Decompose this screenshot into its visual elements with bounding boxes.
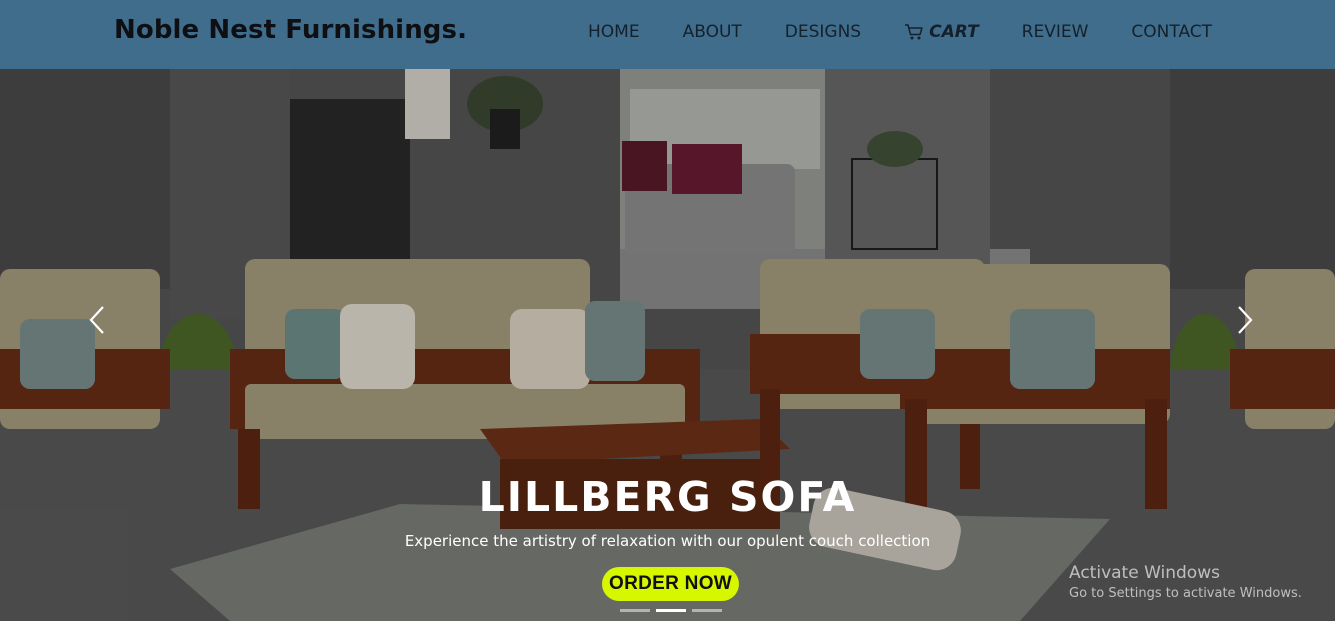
nav-cart-link[interactable]: CART	[904, 22, 979, 42]
nav-contact-link[interactable]: CONTACT	[1131, 22, 1212, 42]
hero-title: LILLBERG SOFA	[478, 473, 857, 521]
carousel-indicator-1[interactable]	[620, 609, 650, 612]
nav-home-link[interactable]: HOME	[588, 22, 640, 42]
hero-carousel: LILLBERG SOFA Experience the artistry of…	[0, 69, 1335, 621]
hero-subtitle: Experience the artistry of relaxation wi…	[404, 532, 931, 550]
nav-review-link[interactable]: REVIEW	[1022, 22, 1089, 42]
nav-about-link[interactable]: ABOUT	[683, 22, 742, 42]
brand-logo-text[interactable]: Noble Nest Furnishings.	[114, 15, 467, 45]
watermark-subtitle: Go to Settings to activate Windows.	[1069, 586, 1302, 601]
carousel-caption: LILLBERG SOFA Experience the artistry of…	[0, 69, 1335, 621]
carousel-indicators	[620, 609, 728, 612]
nav-designs-link[interactable]: DESIGNS	[785, 22, 861, 42]
top-navbar: Noble Nest Furnishings. HOME ABOUT DESIG…	[0, 0, 1335, 69]
carousel-indicator-3[interactable]	[692, 609, 722, 612]
main-nav: HOME ABOUT DESIGNS CART REVIEW CONTACT	[588, 22, 1212, 42]
cart-icon	[905, 24, 923, 40]
windows-activation-watermark: Activate Windows Go to Settings to activ…	[1069, 563, 1302, 601]
watermark-title: Activate Windows	[1069, 563, 1220, 583]
nav-cart-label: CART	[929, 22, 979, 42]
carousel-indicator-2[interactable]	[656, 609, 686, 612]
order-now-button[interactable]: ORDER NOW	[602, 567, 739, 601]
